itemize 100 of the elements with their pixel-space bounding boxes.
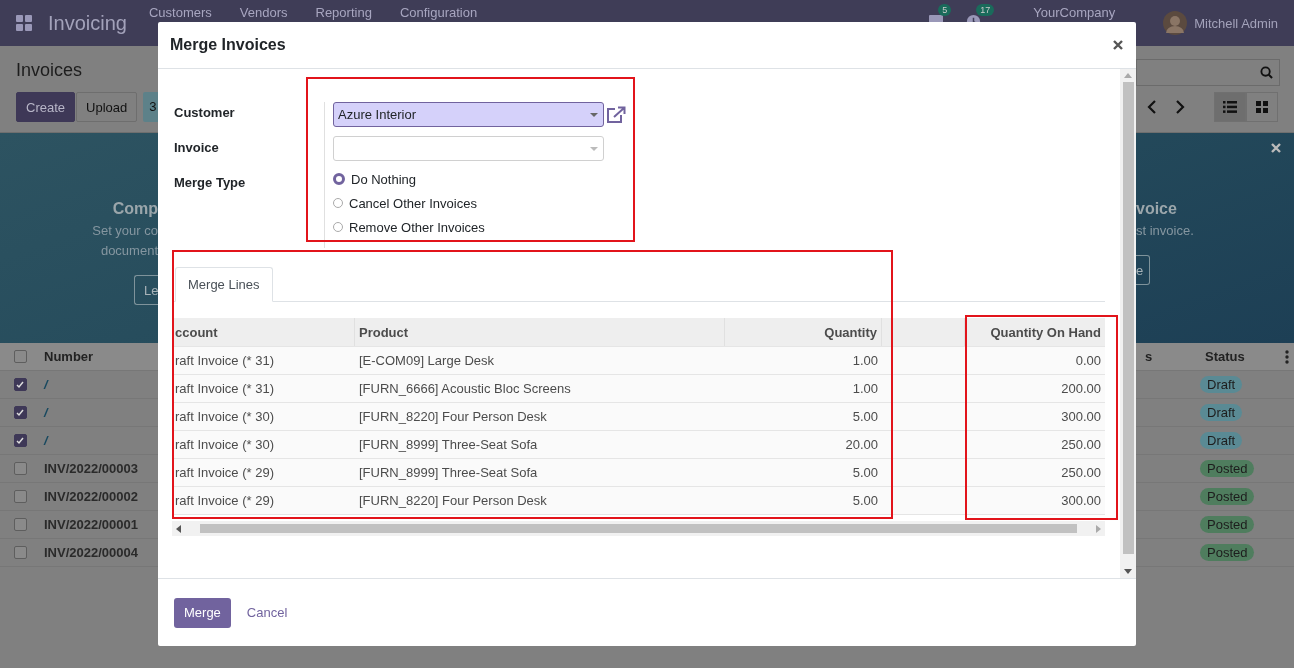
vertical-scrollbar[interactable] — [1120, 69, 1136, 578]
table-cell-text: 20.00 — [844, 436, 879, 454]
banner-text: st invoice. — [1136, 223, 1194, 238]
table-cell-text: 5.00 — [851, 464, 879, 482]
field-label: Merge Type — [174, 174, 247, 192]
app-name: Invoicing — [48, 11, 127, 35]
row-checkbox[interactable] — [13, 462, 27, 475]
avatar[interactable] — [1163, 11, 1188, 35]
table-cell-text: 1.00 — [851, 352, 879, 370]
table-cell-text: raft Invoice (* 30) — [174, 436, 275, 454]
scroll-down-icon[interactable] — [1124, 569, 1132, 574]
status-badge: Draft — [1200, 404, 1243, 421]
table-cell-text: 250.00 — [1060, 436, 1102, 454]
customer-select[interactable]: Azure Interior — [333, 102, 604, 127]
table-cell-text: raft Invoice (* 30) — [174, 408, 275, 426]
status-badge: Posted — [1200, 544, 1255, 561]
close-icon[interactable] — [1271, 143, 1281, 153]
table-cell-text: [FURN_6666] Acoustic Bloc Screens — [358, 380, 572, 398]
invoice-number[interactable]: / — [44, 405, 48, 420]
horizontal-scrollbar[interactable] — [172, 521, 1105, 536]
apps-menu-icon[interactable] — [16, 15, 32, 31]
table-cell-text: raft Invoice (* 29) — [174, 492, 275, 510]
table-cell-text: 250.00 — [1060, 464, 1102, 482]
banner-heading: voice — [1136, 200, 1177, 218]
list-view-button[interactable] — [1214, 92, 1246, 122]
column-header[interactable]: s — [1145, 349, 1205, 364]
radio-option[interactable]: Cancel Other Invoices — [333, 191, 626, 215]
invoice-number[interactable]: INV/2022/00004 — [44, 545, 138, 560]
banner-heading: Comp — [112, 200, 158, 218]
status-badge: Draft — [1200, 432, 1243, 449]
dialog-button[interactable]: Merge — [174, 597, 231, 628]
message-count: 5 — [938, 4, 952, 16]
select-all-checkbox[interactable] — [13, 350, 27, 363]
invoice-number[interactable]: INV/2022/00001 — [44, 517, 138, 532]
page-title: Invoices — [16, 59, 83, 81]
close-icon[interactable] — [1113, 40, 1123, 50]
table-cell-text: [FURN_8220] Four Person Desk — [358, 408, 548, 426]
column-header: Quantity On Hand — [989, 323, 1102, 342]
table-cell-text: [E-COM09] Large Desk — [358, 352, 496, 370]
invoice-number[interactable]: INV/2022/00003 — [44, 461, 138, 476]
table-cell-text: [FURN_8220] Four Person Desk — [358, 492, 548, 510]
menu-item[interactable]: Configuration — [399, 6, 478, 20]
kanban-icon — [1256, 101, 1268, 113]
column-header: Product — [355, 318, 725, 346]
activity-count: 17 — [976, 3, 995, 16]
row-checkbox[interactable] — [13, 406, 27, 419]
table-cell-text: 1.00 — [851, 380, 879, 398]
company-switcher[interactable]: YourCompany — [1033, 6, 1116, 20]
table-cell-text: [FURN_8999] Three-Seat Sofa — [358, 464, 539, 482]
radio-option[interactable]: Do Nothing — [333, 167, 626, 191]
row-checkbox[interactable] — [13, 490, 27, 503]
chevron-right-icon[interactable] — [1175, 100, 1185, 114]
search-icon[interactable] — [1260, 65, 1273, 79]
radio-button[interactable] — [333, 173, 345, 185]
invoice-number[interactable]: / — [44, 433, 48, 448]
status-badge: Posted — [1200, 488, 1255, 505]
column-header[interactable]: Status — [1205, 349, 1285, 364]
scroll-left-icon[interactable] — [176, 524, 182, 533]
user-name[interactable]: Mitchell Admin — [1194, 15, 1278, 31]
table-cell-text: 200.00 — [1060, 380, 1102, 398]
field-label: Customer — [174, 104, 236, 122]
table-cell-text: raft Invoice (* 31) — [174, 352, 275, 370]
table-cell-text: 0.00 — [1074, 352, 1102, 370]
table-cell-text: raft Invoice (* 31) — [174, 380, 275, 398]
toolbar-button[interactable]: Upload — [76, 92, 138, 122]
row-checkbox[interactable] — [13, 546, 27, 559]
radio-option[interactable]: Remove Other Invoices — [333, 215, 626, 239]
kebab-menu-icon[interactable] — [1285, 349, 1289, 364]
table-cell-text: [FURN_8999] Three-Seat Sofa — [358, 436, 539, 454]
row-checkbox[interactable] — [13, 518, 27, 531]
menu-item[interactable]: Reporting — [315, 6, 372, 20]
status-badge: Posted — [1200, 516, 1255, 533]
column-header: Quantity — [725, 318, 882, 346]
caret-icon — [590, 146, 598, 151]
row-checkbox[interactable] — [13, 378, 27, 391]
table-cell-text: 300.00 — [1060, 492, 1102, 510]
invoice-number[interactable]: INV/2022/00002 — [44, 489, 138, 504]
search-field[interactable] — [1136, 58, 1280, 86]
column-header[interactable]: Number — [44, 349, 94, 364]
banner-text: Set your co — [92, 223, 158, 238]
list-icon — [1223, 101, 1237, 113]
status-badge: Posted — [1200, 460, 1255, 477]
external-link-icon[interactable] — [606, 105, 626, 124]
banner-text: document — [100, 243, 158, 258]
row-checkbox[interactable] — [13, 434, 27, 447]
field-label: Invoice — [174, 139, 220, 157]
toolbar-button[interactable]: Create — [16, 92, 76, 122]
chevron-left-icon[interactable] — [1147, 100, 1157, 114]
table-cell-text: 300.00 — [1060, 408, 1102, 426]
caret-icon — [590, 112, 598, 117]
kanban-view-button[interactable] — [1246, 92, 1278, 122]
menu-item[interactable]: Vendors — [239, 6, 288, 20]
table-cell-text: 5.00 — [851, 408, 879, 426]
table-cell-text: raft Invoice (* 29) — [174, 464, 275, 482]
status-badge: Draft — [1200, 376, 1243, 393]
tab[interactable]: Merge Lines — [175, 267, 273, 302]
menu-item[interactable]: Customers — [148, 6, 212, 20]
table-cell-text: 5.00 — [851, 492, 879, 510]
dialog-button[interactable]: Cancel — [236, 597, 298, 628]
invoice-number[interactable]: / — [44, 377, 48, 392]
